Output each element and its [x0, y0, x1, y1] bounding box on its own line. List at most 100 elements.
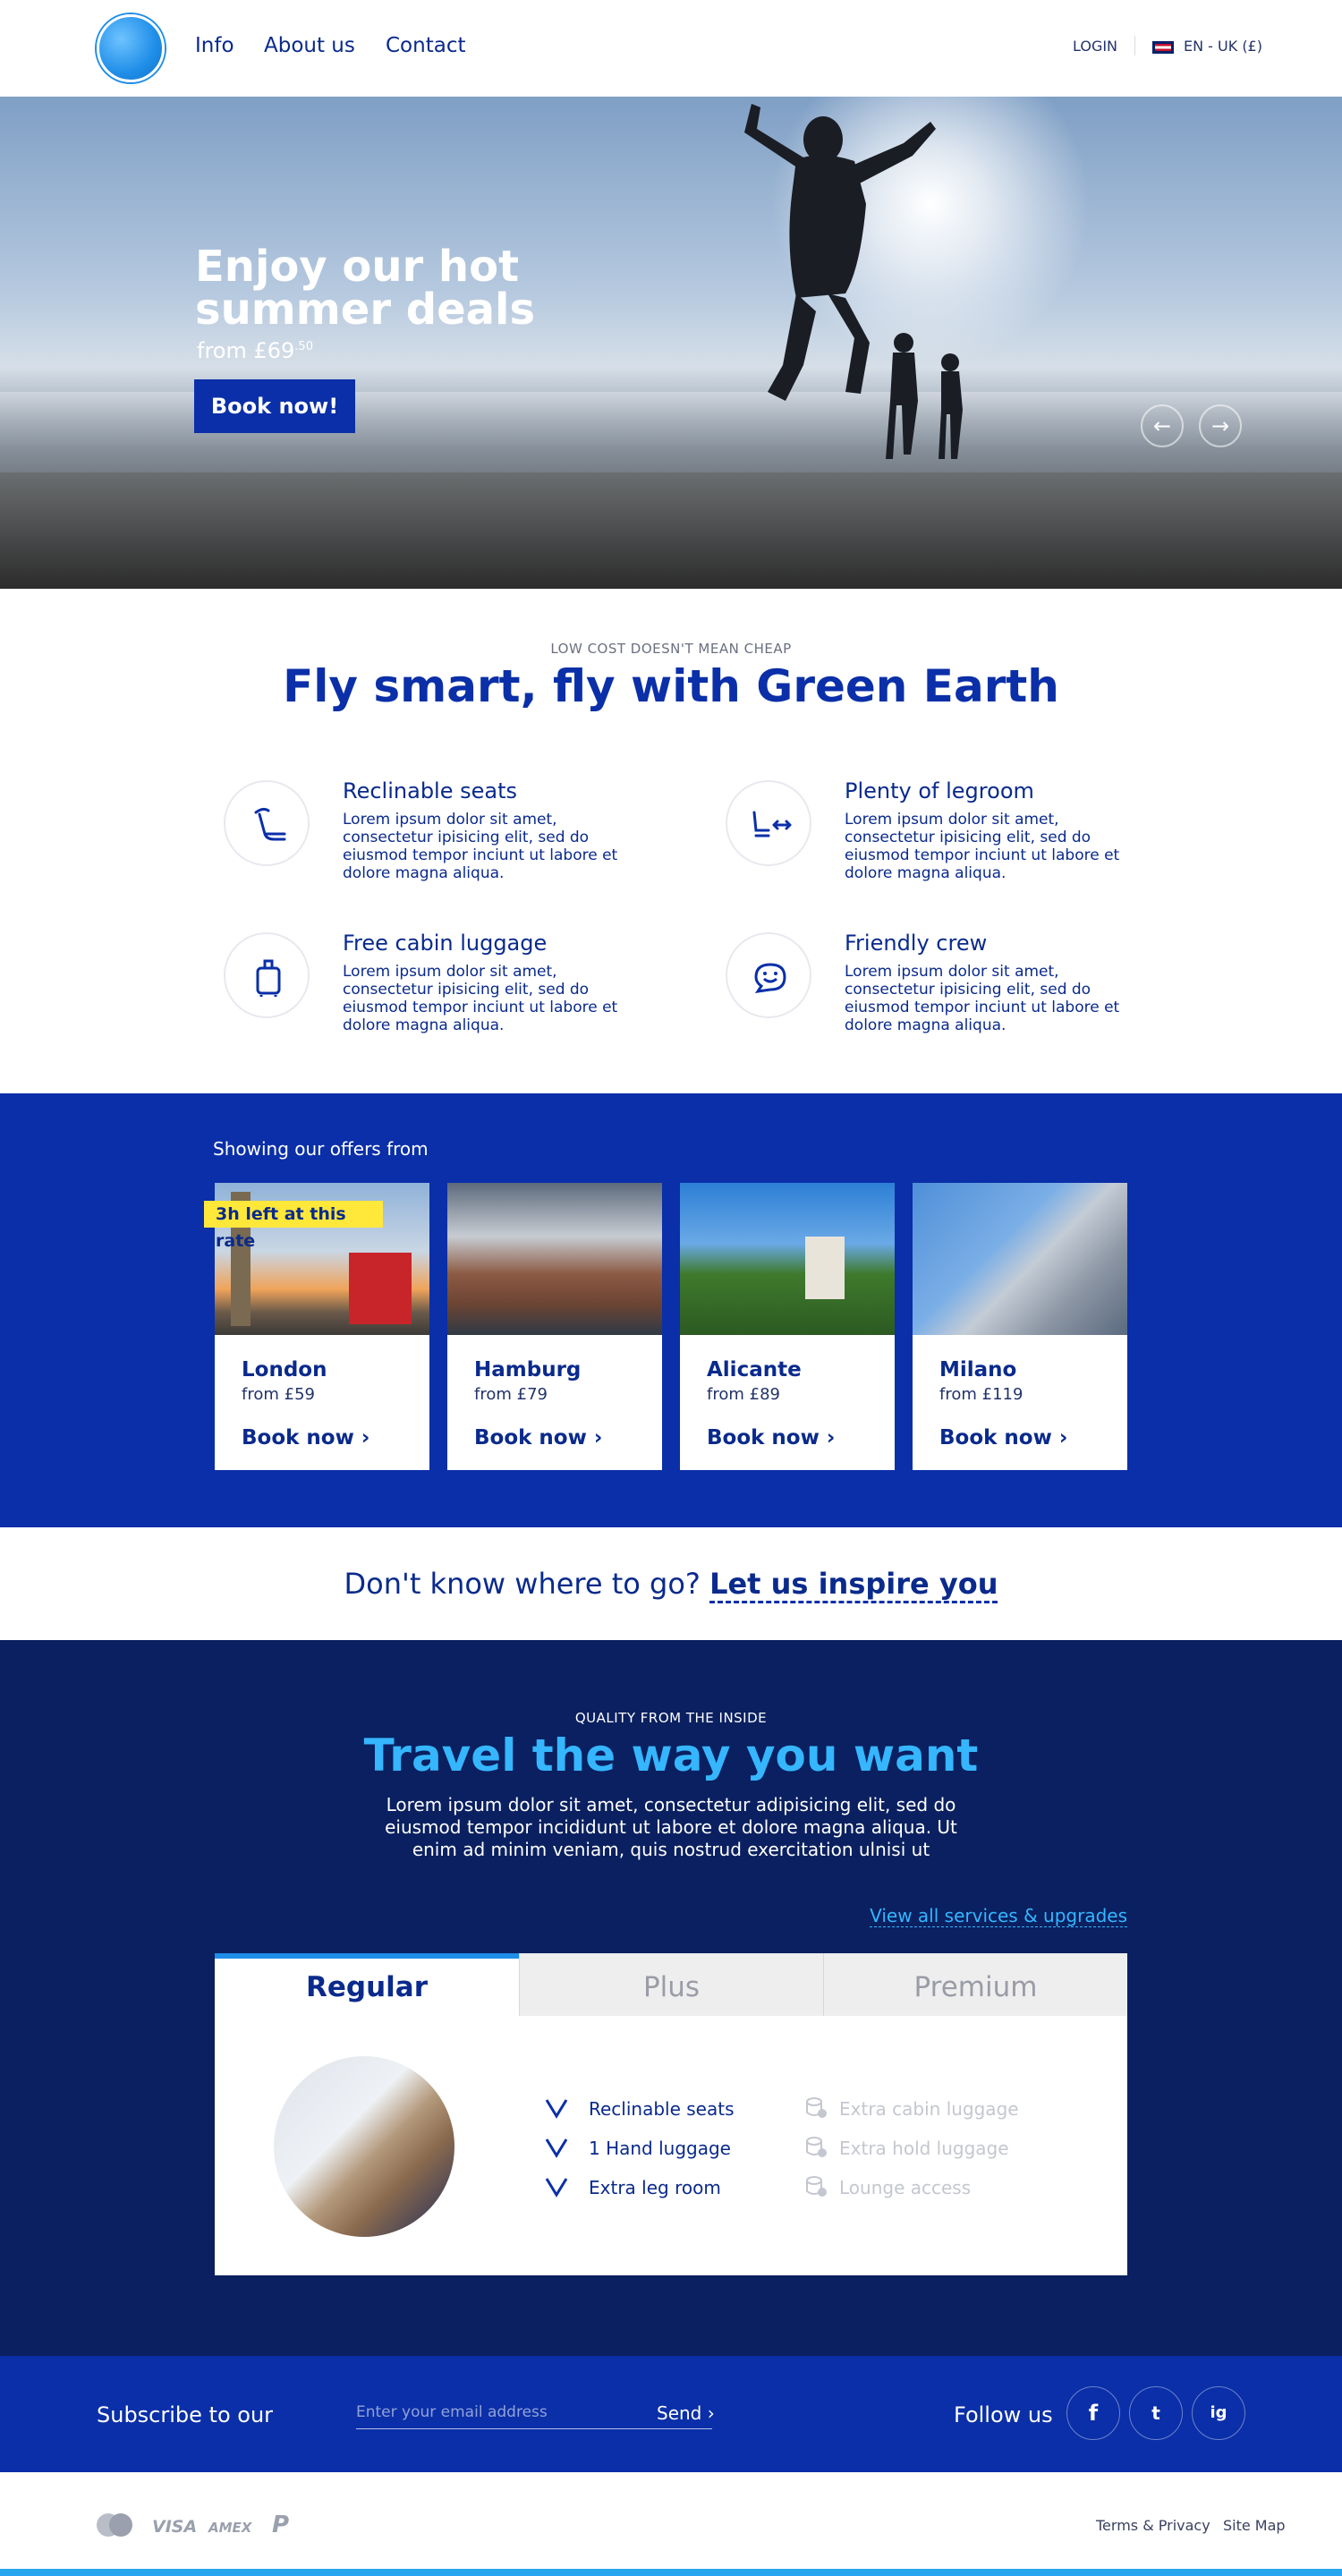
card-book-link[interactable]: Book now › [707, 1426, 835, 1450]
header-divider [1134, 36, 1135, 55]
card-book-label: Book now [242, 1426, 354, 1450]
card-book-link[interactable]: Book now › [939, 1426, 1067, 1450]
paypal-icon: P [272, 2512, 290, 2538]
twitter-icon[interactable]: t [1129, 2386, 1183, 2440]
feature-title-legroom: Plenty of legroom [845, 778, 1034, 803]
passenger-photo [274, 2056, 454, 2237]
red-bus [349, 1253, 412, 1324]
nav-info[interactable]: Info [195, 34, 234, 57]
hero-price-main: from £69 [197, 338, 295, 363]
fare-panel: Regular Plus Premium Reclinable seats 1 … [215, 1953, 1127, 2275]
page: Info About us Contact LOGIN EN - UK (£) [0, 0, 1342, 2576]
features-eyebrow: LOW COST DOESN'T MEAN CHEAP [550, 641, 792, 657]
visa-icon: VISA [152, 2517, 198, 2537]
excluded-feature: Extra hold luggage [839, 2138, 1009, 2159]
card-price: from £59 [242, 1385, 315, 1404]
offer-card-alicante[interactable]: Alicante from £89 Book now › [680, 1183, 895, 1470]
carousel-next-icon[interactable]: → [1199, 404, 1242, 447]
card-city: London [242, 1358, 327, 1382]
milano-photo [913, 1183, 1127, 1335]
locale-selector[interactable]: EN - UK (£) [1184, 38, 1262, 55]
card-city: Alicante [707, 1358, 802, 1382]
features-title: Fly smart, fly with Green Earth [283, 660, 1059, 712]
subscribe-label: Subscribe to our [97, 2402, 274, 2427]
inspire-link[interactable]: Let us inspire you [709, 1567, 998, 1603]
hamburg-photo [447, 1183, 662, 1335]
hero-price-cents: .50 [294, 340, 313, 353]
uk-flag-icon [1152, 41, 1174, 54]
jumping-people-silhouette [744, 104, 963, 459]
nav-about-us[interactable]: About us [264, 34, 355, 57]
site-header: Info About us Contact LOGIN EN - UK (£) [0, 0, 1342, 97]
included-feature: Reclinable seats [589, 2098, 735, 2120]
chat-icon [726, 932, 811, 1018]
sitemap-link[interactable]: Site Map [1223, 2517, 1286, 2534]
footer-accent-strip [0, 2569, 1342, 2576]
beach [0, 472, 1342, 589]
included-feature: Extra leg room [589, 2177, 721, 2198]
feature-text-legroom: Lorem ipsum dolor sit amet, consectetur … [845, 811, 1120, 882]
travel-eyebrow: QUALITY FROM THE INSIDE [574, 1710, 768, 1726]
check-icon [545, 2178, 568, 2198]
mastercard-icon [97, 2513, 132, 2537]
card-book-label: Book now [474, 1426, 587, 1450]
card-book-link[interactable]: Book now › [242, 1426, 369, 1450]
feature-text-seats: Lorem ipsum dolor sit amet, consectetur … [343, 811, 618, 882]
send-label: Send [657, 2402, 702, 2424]
rate-badge: 3h left at this rate [204, 1201, 383, 1251]
hero-book-button[interactable]: Book now! [194, 379, 355, 433]
hero-banner: Enjoy our hot summer deals from £69.50 B… [0, 97, 1342, 589]
hero-price: from £69.50 [197, 338, 313, 363]
amex-icon: AMEX [208, 2520, 252, 2536]
site-footer: VISA AMEX P Terms & Privacy Site Map [0, 2472, 1342, 2569]
terms-link[interactable]: Terms & Privacy [1096, 2517, 1210, 2534]
login-link[interactable]: LOGIN [1073, 38, 1117, 55]
offer-card-hamburg[interactable]: Hamburg from £79 Book now › [447, 1183, 662, 1470]
check-icon [545, 2099, 568, 2119]
included-feature: 1 Hand luggage [589, 2138, 731, 2159]
inspire-question: Don't know where to go? [344, 1567, 701, 1601]
check-icon [545, 2138, 568, 2158]
feature-title-crew: Friendly crew [845, 931, 988, 956]
alicante-photo [680, 1183, 895, 1335]
facebook-icon[interactable]: f [1066, 2386, 1120, 2440]
feature-text-crew: Lorem ipsum dolor sit amet, consectetur … [845, 963, 1120, 1034]
excluded-feature: Extra cabin luggage [839, 2098, 1019, 2120]
inspire-banner: Don't know where to go? Let us inspire y… [0, 1527, 1342, 1640]
offer-card-milano[interactable]: Milano from £119 Book now › [913, 1183, 1127, 1470]
travel-title: Travel the way you want [363, 1730, 979, 1781]
excluded-feature: Lounge access [839, 2177, 972, 2198]
tab-premium[interactable]: Premium [823, 1953, 1127, 2016]
tab-plus[interactable]: Plus [519, 1953, 823, 2016]
send-button[interactable]: Send › [657, 2402, 715, 2424]
travel-section: QUALITY FROM THE INSIDE Travel the way y… [0, 1640, 1342, 2356]
follow-label: Follow us [954, 2402, 1053, 2427]
offers-section: Showing our offers from London from £59 … [0, 1093, 1342, 1527]
tower [805, 1237, 845, 1299]
legroom-icon [726, 780, 811, 866]
offers-label: Showing our offers from [213, 1138, 429, 1160]
card-price: from £79 [474, 1385, 548, 1404]
card-price: from £119 [939, 1385, 1023, 1404]
feature-title-seats: Reclinable seats [343, 778, 517, 803]
coins-icon [806, 2176, 827, 2197]
travel-lead: Lorem ipsum dolor sit amet, consectetur … [385, 1794, 957, 1860]
coins-icon [806, 2097, 827, 2118]
card-price: from £89 [707, 1385, 780, 1404]
luggage-icon [224, 932, 310, 1018]
card-city: Hamburg [474, 1358, 582, 1382]
nav-contact[interactable]: Contact [386, 34, 465, 57]
hero-title: Enjoy our hot summer deals [195, 242, 536, 335]
card-book-label: Book now [707, 1426, 820, 1450]
subscribe-bar: Subscribe to our Send › Follow us f t ig [0, 2356, 1342, 2472]
view-all-services-link[interactable]: View all services & upgrades [870, 1905, 1127, 1927]
tab-regular[interactable]: Regular [215, 1953, 519, 2016]
coins-icon [806, 2137, 827, 2157]
card-book-label: Book now [939, 1426, 1052, 1450]
globe-logo-icon[interactable] [97, 14, 165, 82]
feature-title-luggage: Free cabin luggage [343, 931, 548, 956]
card-city: Milano [939, 1358, 1017, 1382]
instagram-icon[interactable]: ig [1192, 2386, 1245, 2440]
carousel-prev-icon[interactable]: ← [1141, 404, 1184, 447]
card-book-link[interactable]: Book now › [474, 1426, 602, 1450]
